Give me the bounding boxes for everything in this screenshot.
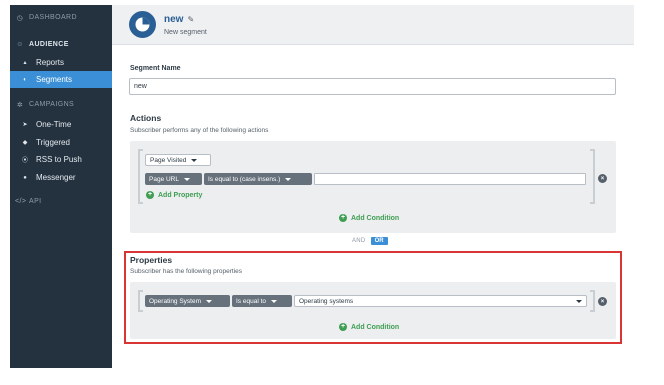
send-icon: ➤ bbox=[22, 122, 28, 128]
event-select[interactable]: Page Visited bbox=[145, 154, 211, 166]
segment-subtitle: New segment bbox=[164, 29, 207, 36]
sidebar-item-label: Messenger bbox=[36, 173, 76, 182]
properties-title: Properties bbox=[130, 255, 173, 265]
sidebar-item-label: AUDIENCE bbox=[29, 41, 69, 48]
sidebar-item-messenger[interactable]: ● Messenger bbox=[10, 169, 112, 186]
property-operator-select[interactable]: Is equal to bbox=[232, 295, 292, 307]
sidebar-item-label: Reports bbox=[36, 58, 65, 67]
sidebar-item-audience[interactable]: ☺ AUDIENCE bbox=[10, 36, 112, 53]
sidebar-item-label: Segments bbox=[36, 75, 73, 84]
actions-title: Actions bbox=[130, 113, 162, 123]
sidebar-item-one-time[interactable]: ➤ One-Time bbox=[10, 116, 112, 133]
field-select-value: Page URL bbox=[149, 175, 179, 183]
remove-condition-icon[interactable]: × bbox=[598, 174, 607, 183]
chevron-down-icon bbox=[285, 177, 292, 181]
sidebar-item-label: API bbox=[29, 198, 42, 205]
segment-name-input[interactable]: new bbox=[129, 78, 616, 95]
chat-icon: ● bbox=[23, 174, 27, 181]
and-button[interactable]: AND bbox=[352, 238, 366, 244]
property-select[interactable]: Operating System bbox=[145, 295, 230, 307]
property-operator-value: Is equal to bbox=[236, 297, 266, 305]
property-value-text: Operating systems bbox=[299, 297, 354, 305]
add-property-label: Add Property bbox=[158, 191, 203, 199]
add-property-button[interactable]: + Add Property bbox=[146, 191, 202, 199]
chevron-down-icon bbox=[576, 299, 582, 303]
or-button[interactable]: OR bbox=[370, 237, 388, 245]
gear-icon: ✲ bbox=[16, 101, 24, 109]
event-select-value: Page Visited bbox=[150, 156, 187, 164]
chevron-down-icon bbox=[206, 299, 213, 303]
sidebar-item-api[interactable]: </> API bbox=[10, 193, 112, 210]
pencil-icon[interactable]: ✎ bbox=[187, 15, 194, 24]
sidebar-item-label: CAMPAIGNS bbox=[29, 101, 75, 108]
users-icon: ☺ bbox=[16, 41, 24, 48]
bar-chart-icon: ▴ bbox=[23, 60, 27, 66]
rss-icon: ⦿ bbox=[21, 158, 28, 164]
pie-chart-icon: ◐ bbox=[23, 76, 27, 83]
sidebar-item-label: One-Time bbox=[36, 120, 72, 129]
segment-title[interactable]: new ✎ bbox=[164, 14, 194, 25]
remove-condition-icon[interactable]: × bbox=[598, 297, 607, 306]
property-select-value: Operating System bbox=[149, 297, 202, 305]
logic-toggle: AND OR bbox=[352, 237, 388, 245]
properties-description: Subscriber has the following properties bbox=[130, 268, 243, 275]
action-value-input[interactable] bbox=[314, 173, 586, 185]
sidebar-item-rss-to-push[interactable]: ⦿ RSS to Push bbox=[10, 151, 112, 168]
sidebar-item-triggered[interactable]: ◆ Triggered bbox=[10, 134, 112, 151]
add-condition-label: Add Condition bbox=[351, 214, 400, 222]
plus-icon: + bbox=[146, 191, 154, 199]
plus-icon: + bbox=[339, 214, 347, 222]
field-select[interactable]: Page URL bbox=[145, 173, 202, 185]
add-condition-button[interactable]: + Add Condition bbox=[339, 214, 399, 222]
chevron-down-icon bbox=[191, 158, 198, 162]
actions-description: Subscriber performs any of the following… bbox=[130, 127, 269, 134]
operator-select-value: Is equal to (case insens.) bbox=[208, 175, 281, 183]
sidebar-item-label: RSS to Push bbox=[36, 155, 82, 164]
sidebar-item-campaigns[interactable]: ✲ CAMPAIGNS bbox=[10, 96, 112, 113]
code-icon: </> bbox=[15, 198, 27, 205]
segment-pie-icon bbox=[129, 11, 156, 38]
chevron-down-icon bbox=[184, 177, 190, 181]
sidebar-item-label: DASHBOARD bbox=[29, 14, 77, 21]
sidebar-item-reports[interactable]: ▴ Reports bbox=[10, 54, 112, 71]
segment-title-text: new bbox=[164, 14, 184, 25]
property-value-select[interactable]: Operating systems bbox=[294, 295, 587, 307]
segment-header: new ✎ New segment bbox=[112, 5, 634, 45]
sidebar-item-dashboard[interactable]: ◷ DASHBOARD bbox=[10, 9, 112, 26]
group-bracket-right bbox=[590, 149, 595, 204]
sidebar-item-segments[interactable]: ◐ Segments bbox=[10, 71, 112, 88]
sidebar-item-label: Triggered bbox=[36, 138, 70, 147]
segment-name-label: Segment Name bbox=[130, 65, 181, 72]
group-bracket-left bbox=[138, 290, 143, 312]
dashboard-icon: ◷ bbox=[16, 14, 24, 22]
tag-icon: ◆ bbox=[22, 140, 28, 146]
add-condition-label: Add Condition bbox=[351, 323, 400, 331]
plus-icon: + bbox=[339, 323, 347, 331]
sidebar: ◷ DASHBOARD ☺ AUDIENCE ▴ Reports ◐ Segme… bbox=[10, 5, 112, 368]
chevron-down-icon bbox=[271, 299, 277, 303]
add-condition-button[interactable]: + Add Condition bbox=[339, 323, 399, 331]
group-bracket-left bbox=[138, 149, 143, 204]
operator-select[interactable]: Is equal to (case insens.) bbox=[204, 173, 312, 185]
group-bracket-right bbox=[590, 290, 595, 312]
